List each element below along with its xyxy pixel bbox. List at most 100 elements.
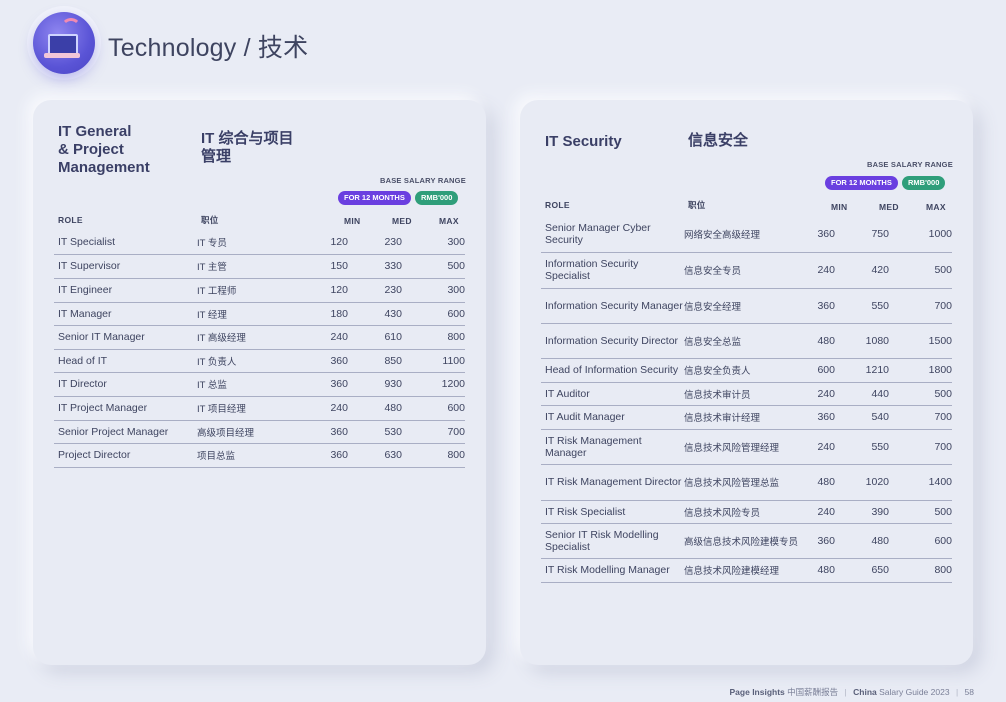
max-cell: 500 [889,252,952,289]
role-cell: IT Audit Manager [541,405,684,430]
table-row: Senior Manager Cyber Security 网络安全高级经理 360… [541,217,952,253]
med-cell: 530 [348,420,402,444]
min-cell: 150 [315,254,348,279]
table-row: Project Director 项目总监 360 630 800 [54,443,465,468]
col-min: MIN [344,216,361,226]
page-footer: Page Insights 中国薪酬报告 | China Salary Guid… [730,686,974,698]
table-row: IT Risk Modelling Manager 信息技术风险建模经理 480 65… [541,558,952,583]
min-cell: 360 [802,288,835,324]
col-role-cn: 职位 [201,215,219,225]
med-cell: 610 [348,325,402,350]
max-cell: 800 [889,558,952,583]
months-badge: FOR 12 MONTHS [338,191,411,205]
min-cell: 120 [315,278,348,303]
role-cn-cell: IT 负责人 [197,349,315,373]
role-cn-cell: 高级信息技术风险建模专员 [684,523,802,559]
min-cell: 240 [315,396,348,421]
min-cell: 360 [802,523,835,559]
role-cell: Information Security Director [541,323,684,359]
unit-badge: RMB'000 [902,176,946,190]
min-cell: 600 [802,358,835,383]
col-med: MED [392,216,412,226]
table-row: IT Risk Management Manager 信息技术风险管理经理 240 5… [541,429,952,465]
page-title: Technology / 技术 [108,34,309,62]
max-cell: 1400 [889,464,952,501]
med-cell: 550 [835,288,889,324]
months-badge: FOR 12 MONTHS [825,176,898,190]
med-cell: 390 [835,500,889,524]
title-line: Management [58,159,150,176]
role-cell: Head of IT [54,349,197,373]
role-cell: IT Risk Management Director [541,464,684,501]
max-cell: 1000 [889,217,952,253]
min-cell: 480 [802,464,835,501]
footer-brand: Page Insights [729,687,785,697]
table-row: Information Security Manager 信息安全经理 360 550… [541,288,952,324]
table-row: IT Audit Manager 信息技术审计经理 360 540 700 [541,405,952,430]
role-cell: Senior IT Risk Modelling Specialist [541,523,684,559]
role-cn-cell: 信息技术风险管理总监 [684,464,802,501]
role-cn-cell: IT 高级经理 [197,325,315,350]
max-cell: 700 [889,405,952,430]
max-cell: 800 [402,443,465,468]
min-cell: 240 [315,325,348,350]
salary-card-it-security: IT Security 信息安全 BASE SALARY RANGE FOR 1… [520,100,973,665]
footer-separator: | [955,687,959,697]
med-cell: 230 [348,278,402,303]
unit-badge: RMB'000 [415,191,459,205]
max-cell: 700 [889,429,952,465]
min-cell: 360 [802,217,835,253]
card-title-cn: IT 综合与项目 管理 [201,130,294,166]
salary-table: IT Specialist IT 专员 120 230 300 IT Supervisor… [54,231,465,468]
table-row: IT Specialist IT 专员 120 230 300 [54,231,465,255]
max-cell: 600 [402,396,465,421]
med-cell: 230 [348,231,402,255]
med-cell: 850 [348,349,402,373]
table-row: IT Director IT 总监 360 930 1200 [54,372,465,397]
role-cell: Project Director [54,443,197,468]
med-cell: 1080 [835,323,889,359]
role-cn-cell: 信息技术审计员 [684,382,802,406]
max-cell: 300 [402,231,465,255]
laptop-base [44,53,80,58]
table-row: IT Risk Management Director 信息技术风险管理总监 480… [541,464,952,501]
role-cn-cell: 信息安全专员 [684,252,802,289]
min-cell: 120 [315,231,348,255]
base-salary-range-label: BASE SALARY RANGE [867,160,953,169]
salary-card-it-general: IT General & Project Management IT 综合与项目… [33,100,486,665]
footer-guide-country: China [853,687,877,697]
col-max: MAX [439,216,459,226]
salary-table: Senior Manager Cyber Security 网络安全高级经理 360… [541,217,952,583]
role-cn-cell: IT 经理 [197,302,315,326]
max-cell: 700 [889,288,952,324]
med-cell: 630 [348,443,402,468]
role-cell: IT Risk Modelling Manager [541,558,684,583]
table-row: IT Risk Specialist 信息技术风险专员 240 390 500 [541,500,952,524]
base-salary-range-label: BASE SALARY RANGE [380,176,466,185]
role-cn-cell: 信息安全总监 [684,323,802,359]
max-cell: 500 [889,382,952,406]
col-role: ROLE [58,215,83,225]
table-row: Head of Information Security 信息安全负责人 600 12… [541,358,952,383]
max-cell: 500 [889,500,952,524]
table-row: Information Security Specialist 信息安全专员 240… [541,252,952,289]
col-role-cn: 职位 [688,200,706,210]
med-cell: 540 [835,405,889,430]
role-cell: Senior Project Manager [54,420,197,444]
max-cell: 800 [402,325,465,350]
role-cn-cell: 信息安全负责人 [684,358,802,383]
footer-guide: Salary Guide 2023 [879,687,950,697]
min-cell: 240 [802,382,835,406]
role-cn-cell: 信息技术审计经理 [684,405,802,430]
table-row: Senior IT Risk Modelling Specialist 高级信息技… [541,523,952,559]
header-icon [33,12,95,74]
min-cell: 360 [315,349,348,373]
title-line: 管理 [201,148,232,165]
max-cell: 1800 [889,358,952,383]
max-cell: 500 [402,254,465,279]
role-cell: Information Security Specialist [541,252,684,289]
max-cell: 600 [889,523,952,559]
min-cell: 360 [315,443,348,468]
med-cell: 550 [835,429,889,465]
min-cell: 240 [802,500,835,524]
